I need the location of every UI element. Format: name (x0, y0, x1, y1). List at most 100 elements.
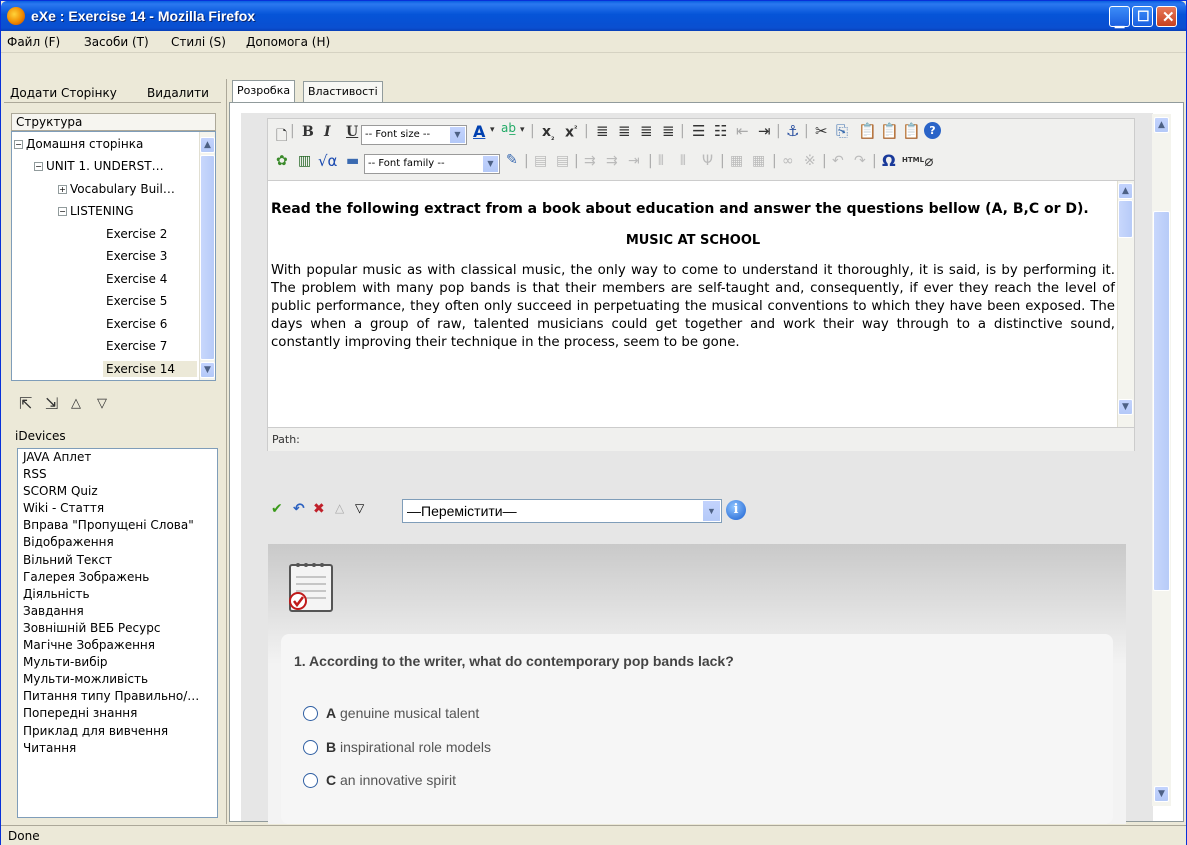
tab-properties[interactable]: Властивості (303, 81, 383, 102)
bullet-list-icon[interactable]: ☰ (692, 122, 705, 140)
promote-icon[interactable]: ⇱ (19, 394, 32, 413)
title-bar[interactable]: eXe : Exercise 14 - Mozilla Firefox ▁ ☐ … (1, 1, 1186, 31)
merge-cells-icon[interactable]: ▦ (752, 153, 765, 169)
move-up-icon[interactable]: △ (71, 396, 81, 411)
align-left-icon[interactable]: ≣ (596, 122, 609, 140)
expand-icon[interactable]: + (58, 185, 67, 194)
insert-col-after-icon[interactable]: ⫴ (680, 153, 686, 169)
tree-item-unit1[interactable]: − UNIT 1. UNDERST… (34, 159, 164, 173)
idevice-item[interactable]: Діяльність (18, 586, 217, 603)
subscript-icon[interactable]: x₂ (542, 124, 555, 142)
indent-icon[interactable]: ⇥ (758, 122, 771, 140)
scroll-down-icon[interactable]: ▼ (1154, 786, 1169, 802)
paste-icon[interactable]: 📋 (858, 122, 877, 140)
highlight-color-icon[interactable]: ab̲ (501, 121, 516, 135)
link-icon[interactable]: ∞ (782, 153, 794, 169)
tree-item-exercise[interactable]: Exercise 3 (106, 249, 167, 263)
bold-icon[interactable]: B (302, 124, 314, 140)
collapse-icon[interactable]: − (14, 140, 23, 149)
panel-splitter[interactable] (224, 79, 227, 824)
move-to-select[interactable]: —Перемістити— ▼ (402, 499, 722, 523)
superscript-icon[interactable]: x² (565, 124, 578, 141)
split-cells-icon[interactable]: ▦ (730, 153, 743, 169)
insert-media-icon[interactable]: ▥ (298, 153, 311, 169)
idevice-item[interactable]: Мульти-можливість (18, 671, 217, 688)
menu-tools[interactable]: Засоби (T) (84, 35, 149, 49)
menu-styles[interactable]: Стилі (S) (171, 35, 226, 49)
idevice-item[interactable]: SCORM Quiz (18, 483, 217, 500)
add-page-button[interactable]: Додати Сторінку (10, 86, 117, 100)
content-scrollbar[interactable]: ▲ ▼ (1152, 114, 1171, 806)
insert-table-icon[interactable]: ▤ (534, 153, 547, 169)
option-b[interactable]: B inspirational role models (303, 739, 491, 755)
idevice-item[interactable]: Приклад для вивчення (18, 723, 217, 740)
font-family-select[interactable]: -- Font family -- ▼ (364, 154, 500, 174)
underline-icon[interactable]: U (346, 124, 358, 140)
idevice-item[interactable]: Питання типу Правильно/… (18, 688, 217, 705)
tree-item-home[interactable]: − Домашня сторінка (14, 137, 143, 151)
editor-scrollbar[interactable]: ▲ ▼ (1117, 181, 1134, 427)
tree-item-exercise-selected[interactable]: Exercise 14 (103, 361, 197, 377)
idevice-item[interactable]: Магічне Зображення (18, 637, 217, 654)
outdent-icon[interactable]: ⇤ (736, 122, 749, 140)
insert-col-icon[interactable]: ⫴ (658, 153, 664, 169)
copy-icon[interactable]: ⎘ (836, 122, 848, 140)
tree-item-exercise[interactable]: Exercise 4 (106, 272, 167, 286)
move-down-icon[interactable]: ▽ (97, 396, 107, 411)
idevice-item[interactable]: Галерея Зображень (18, 569, 217, 586)
idevice-item[interactable]: RSS (18, 466, 217, 483)
option-c[interactable]: C an innovative spirit (303, 772, 456, 788)
delete-col-icon[interactable]: Ψ (702, 153, 713, 169)
delete-page-button[interactable]: Видалити (147, 86, 209, 100)
tree-scrollbar[interactable]: ▲ ▼ (199, 132, 215, 380)
undo-icon[interactable]: ↶ (832, 153, 844, 169)
info-icon[interactable]: i (726, 500, 746, 520)
html-source-icon[interactable]: HTML (902, 156, 924, 164)
scroll-thumb[interactable] (200, 155, 215, 360)
idevice-item[interactable]: Читання (18, 740, 217, 757)
collapse-icon[interactable]: − (58, 207, 67, 216)
italic-icon[interactable]: I (324, 124, 331, 140)
undo-edit-icon[interactable]: ↶ (293, 501, 305, 517)
delete-row-icon[interactable]: ⇥ (628, 153, 640, 169)
insert-row-icon[interactable]: ⇉ (584, 153, 596, 169)
paste-word-icon[interactable]: 📋 (902, 122, 921, 140)
delete-icon[interactable]: ✖ (313, 501, 325, 517)
idevice-item[interactable]: Вільний Текст (18, 552, 217, 569)
scroll-down-icon[interactable]: ▼ (1118, 399, 1133, 415)
tree-item-exercise[interactable]: Exercise 5 (106, 294, 167, 308)
radio-button[interactable] (303, 773, 318, 788)
idevice-item[interactable]: Попередні знання (18, 705, 217, 722)
horizontal-rule-icon[interactable]: ▬ (346, 153, 359, 169)
align-center-icon[interactable]: ≣ (618, 122, 631, 140)
idevice-item[interactable]: Мульти-вибір (18, 654, 217, 671)
insert-image-icon[interactable]: ✿ (276, 153, 288, 169)
idevice-item[interactable]: Зовнішній ВЕБ Ресурс (18, 620, 217, 637)
move-up-icon[interactable]: △ (335, 501, 344, 515)
dropdown-arrow-icon[interactable]: ▾ (520, 125, 525, 135)
menu-file[interactable]: Файл (F) (7, 35, 60, 49)
close-button[interactable]: ✕ (1156, 6, 1177, 27)
scroll-up-icon[interactable]: ▲ (1118, 183, 1133, 199)
cut-icon[interactable]: ✂ (815, 122, 828, 140)
clear-format-icon[interactable]: ⌀ (924, 152, 933, 170)
scroll-up-icon[interactable]: ▲ (200, 137, 215, 153)
anchor-icon[interactable]: ⚓ (786, 122, 799, 140)
align-justify-icon[interactable]: ≣ (662, 122, 675, 140)
scroll-thumb[interactable] (1118, 200, 1133, 238)
radio-button[interactable] (303, 740, 318, 755)
tree-item-exercise[interactable]: Exercise 2 (106, 227, 167, 241)
idevice-item[interactable]: JAVA Аплет (18, 449, 217, 466)
idevice-item[interactable]: Вправа "Пропущені Слова" (18, 517, 217, 534)
idevice-item[interactable]: Завдання (18, 603, 217, 620)
paste-text-icon[interactable]: 📋 (880, 122, 899, 140)
demote-icon[interactable]: ⇲ (45, 394, 58, 413)
scroll-up-icon[interactable]: ▲ (1154, 117, 1169, 133)
tree-item-exercise[interactable]: Exercise 7 (106, 339, 167, 353)
edit-css-icon[interactable]: ✎ (506, 152, 518, 168)
scroll-thumb[interactable] (1153, 211, 1170, 591)
insert-row-after-icon[interactable]: ⇉ (606, 153, 618, 169)
option-a[interactable]: A genuine musical talent (303, 705, 479, 721)
font-size-select[interactable]: -- Font size -- ▼ (361, 125, 467, 145)
scroll-down-icon[interactable]: ▼ (200, 362, 215, 378)
